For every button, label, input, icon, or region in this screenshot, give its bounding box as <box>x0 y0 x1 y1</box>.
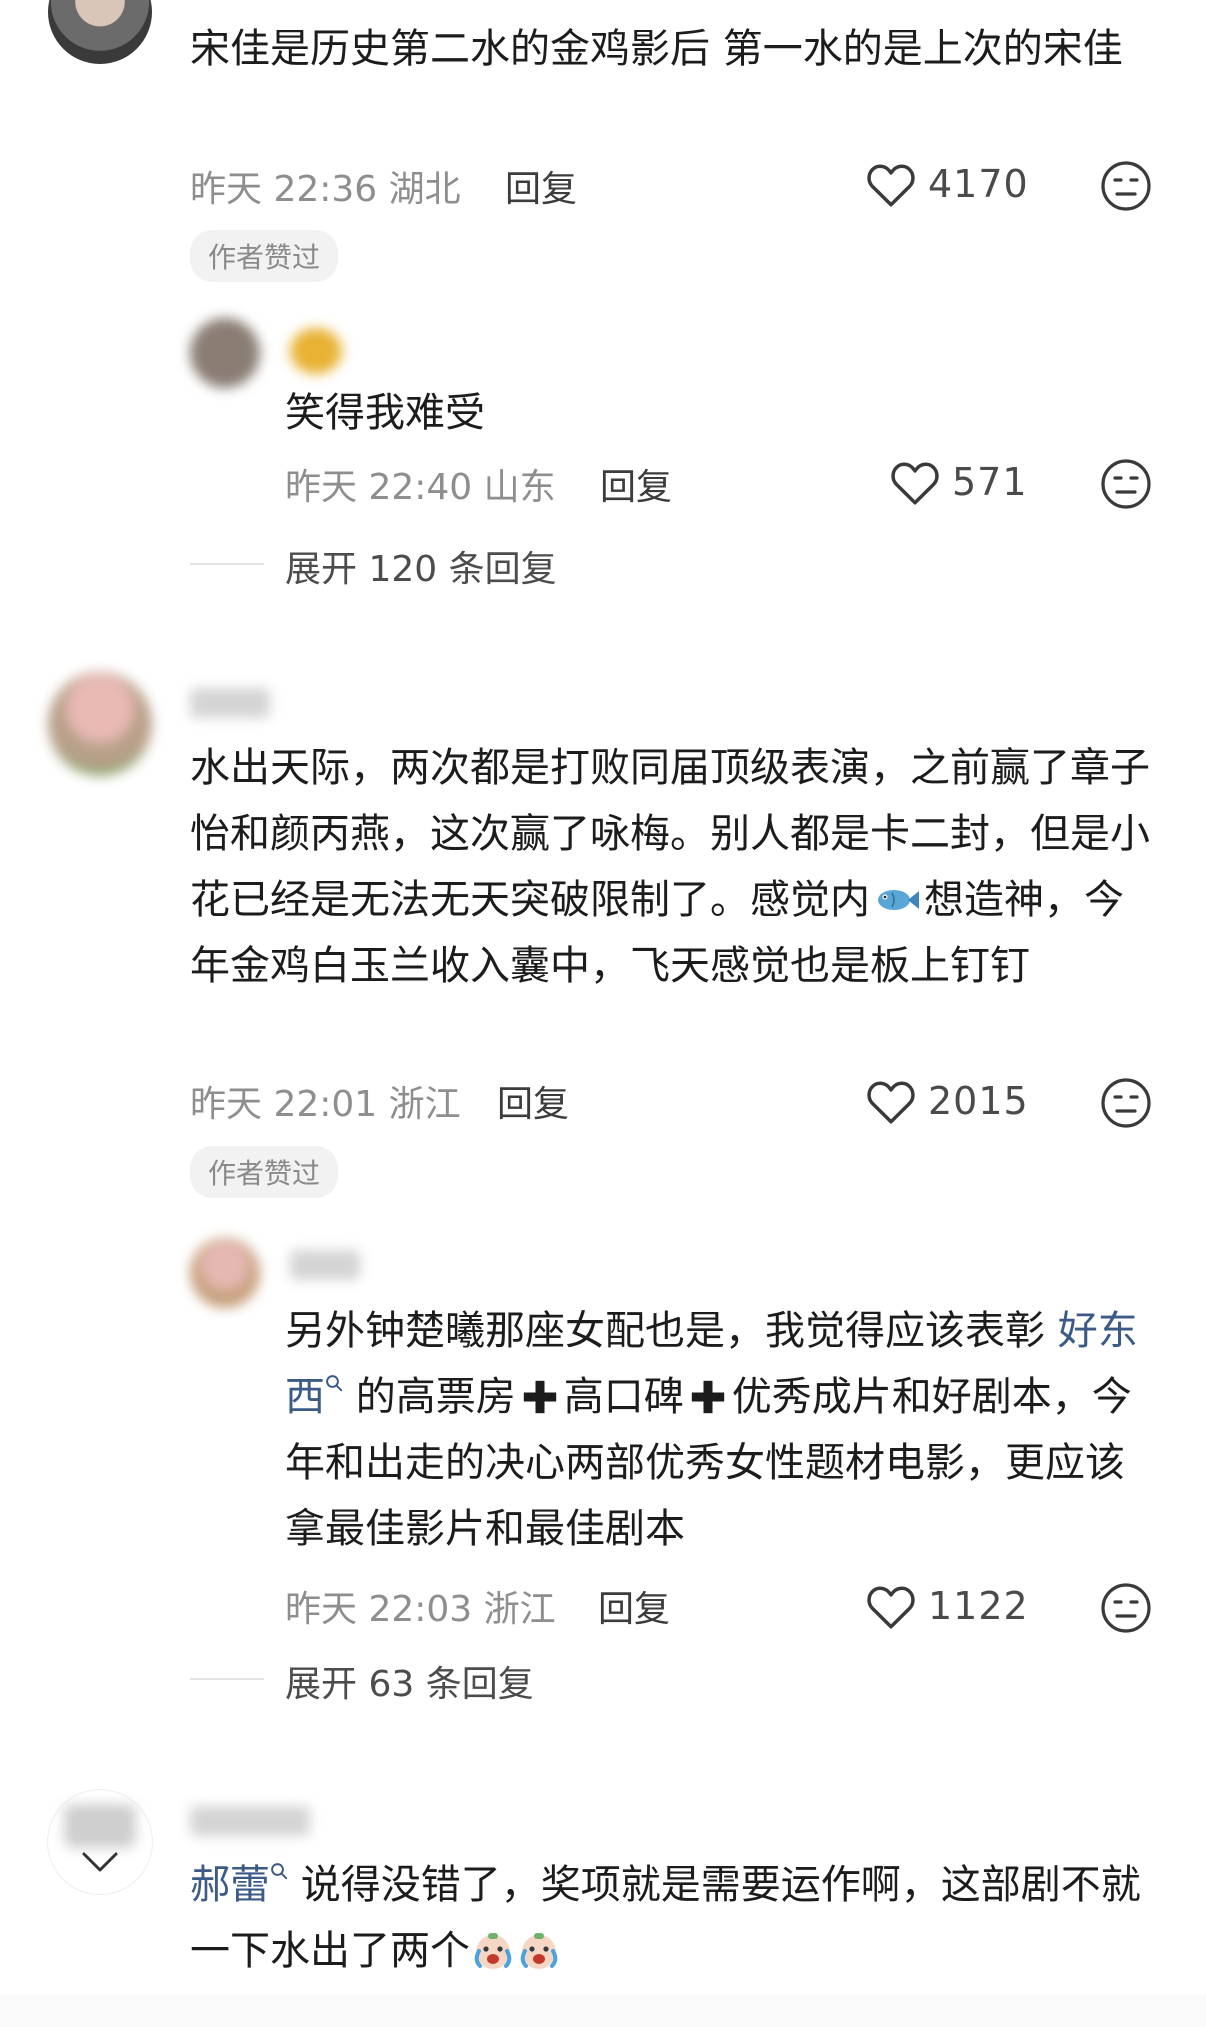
reply-avatar[interactable] <box>190 1238 260 1308</box>
avatar-blurred-content <box>64 1804 136 1848</box>
heart-outline-icon <box>867 164 915 207</box>
chevron-down-icon[interactable] <box>80 1850 120 1874</box>
reply-username-blurred <box>290 328 342 374</box>
reply-button[interactable]: 回复 <box>497 1075 569 1127</box>
like-count: 4170 <box>928 162 1029 206</box>
heavy-plus-icon <box>691 1380 724 1414</box>
unhappy-face-icon[interactable] <box>1100 1077 1152 1129</box>
avatar[interactable] <box>48 672 152 776</box>
bottom-edge <box>0 1995 1206 2027</box>
unhappy-face-icon[interactable] <box>1100 160 1152 212</box>
reply-time-location: 昨天 22:03 浙江 <box>285 1589 556 1630</box>
expand-replies-button[interactable]: 展开 63 条回复 <box>285 1655 534 1707</box>
reply-avatar[interactable] <box>190 318 260 388</box>
reply-text: 笑得我难受 <box>285 390 485 436</box>
reply-reply-button[interactable]: 回复 <box>600 458 672 510</box>
username-blurred <box>190 688 270 718</box>
comment-text: 水出天际，两次都是打败同届顶级表演，之前赢了章子怡和颜丙燕，这次赢了咏梅。别人都… <box>190 745 1150 989</box>
crying-face-emoji-icon <box>520 1933 558 1969</box>
comment-text: 宋佳是历史第二水的金鸡影后 第一水的是上次的宋佳 <box>190 26 1123 72</box>
comment-time-location: 昨天 22:36 湖北 <box>190 169 461 210</box>
heart-outline-icon <box>867 1081 915 1124</box>
reply-time-location: 昨天 22:40 山东 <box>285 467 556 508</box>
comment-time-location: 昨天 22:01 浙江 <box>190 1084 461 1125</box>
comment-text: 郝蕾 说得没错了，奖项就是需要运作啊，这部剧不就一下水出了两个 <box>190 1862 1141 1974</box>
like-button[interactable]: 2015 <box>864 1077 1029 1125</box>
unhappy-face-icon[interactable] <box>1100 458 1152 510</box>
fish-emoji-icon <box>878 890 919 910</box>
unhappy-face-icon[interactable] <box>1100 1582 1152 1634</box>
expand-replies-button[interactable]: 展开 120 条回复 <box>285 540 557 592</box>
avatar[interactable] <box>48 1790 152 1894</box>
divider <box>190 563 264 565</box>
search-magnifier-icon <box>326 1375 343 1392</box>
username-blurred <box>190 1806 310 1836</box>
heart-outline-icon <box>867 1586 915 1629</box>
crying-face-emoji-icon <box>474 1933 512 1969</box>
reply-like-button[interactable]: 1122 <box>864 1582 1029 1630</box>
reply-like-button[interactable]: 571 <box>888 458 1028 506</box>
search-magnifier-icon <box>271 1863 288 1880</box>
author-liked-badge: 作者赞过 <box>190 1146 339 1198</box>
author-liked-badge: 作者赞过 <box>190 230 339 282</box>
avatar[interactable] <box>48 0 152 64</box>
reply-text: 另外钟楚曦那座女配也是，我觉得应该表彰 好东西 的高票房 高口碑 优秀成片和好剧本，… <box>285 1308 1138 1552</box>
like-count: 2015 <box>928 1079 1029 1123</box>
search-link[interactable]: 郝蕾 <box>190 1862 288 1908</box>
like-count: 1122 <box>928 1584 1029 1628</box>
heavy-plus-icon <box>523 1380 556 1414</box>
like-count: 571 <box>952 460 1028 504</box>
reply-username-blurred <box>290 1250 360 1280</box>
like-button[interactable]: 4170 <box>864 160 1029 208</box>
reply-reply-button[interactable]: 回复 <box>598 1580 670 1632</box>
heart-outline-icon <box>891 462 939 505</box>
reply-button[interactable]: 回复 <box>505 160 577 212</box>
divider <box>190 1678 264 1680</box>
